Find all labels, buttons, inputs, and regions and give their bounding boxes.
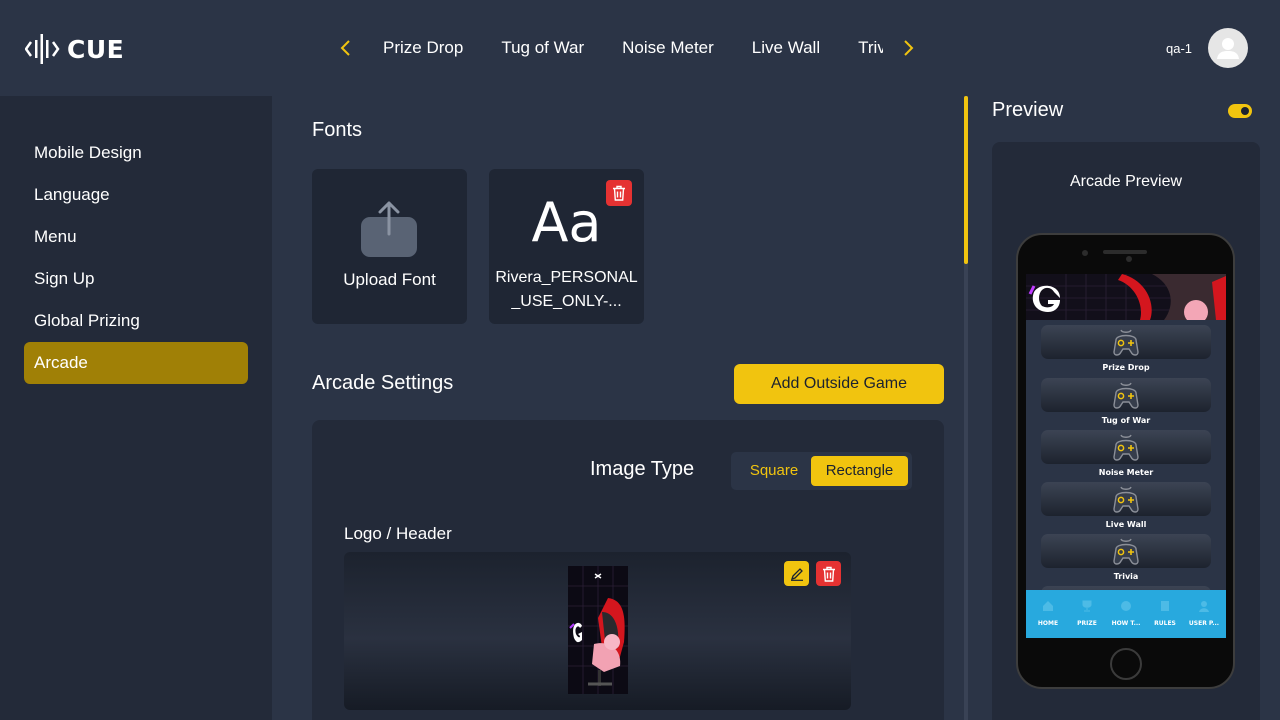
arcade-header-image: [568, 566, 628, 694]
phone-nav-label: HOW T...: [1111, 620, 1141, 627]
phone-game-label: Tug of War: [1101, 416, 1151, 425]
arcade-settings-title: Arcade Settings: [312, 372, 454, 394]
gamepad-icon: [1113, 486, 1139, 513]
image-type-label: Image Type: [590, 458, 695, 480]
edit-header-button[interactable]: [784, 561, 809, 586]
phone-game-label: Noise Meter: [1098, 468, 1154, 477]
phone-arcade-banner: [1026, 274, 1226, 320]
phone-home-button: [1110, 648, 1142, 680]
gamepad-icon: [1113, 329, 1139, 356]
image-type-toggle: Square Rectangle: [731, 452, 912, 490]
gamepad-icon: [1113, 434, 1139, 461]
tab-trivia[interactable]: Trivia: [858, 36, 883, 60]
trash-icon: [822, 566, 835, 582]
phone-game-label: Prize Drop: [1102, 363, 1150, 372]
tab-noise-meter[interactable]: Noise Meter: [622, 36, 714, 60]
tab-live-wall[interactable]: Live Wall: [752, 36, 820, 60]
phone-nav-how-to[interactable]: HOW T...: [1106, 590, 1146, 638]
nav-next-button[interactable]: [898, 36, 918, 60]
user-name: qa-1: [1166, 41, 1193, 56]
sound-wave-icon: [25, 34, 60, 64]
phone-nav-rules[interactable]: RULES: [1145, 590, 1185, 638]
chevron-left-icon: [340, 40, 350, 56]
uploaded-font-name: Rivera_PERSONAL_USE_ONLY-...: [495, 269, 638, 310]
upload-icon: [361, 201, 417, 257]
tab-tug-of-war[interactable]: Tug of War: [501, 36, 584, 60]
trophy-icon: [1082, 600, 1092, 612]
sidebar-item-mobile-design[interactable]: Mobile Design: [24, 132, 248, 174]
fonts-title: Fonts: [312, 119, 363, 141]
sidebar-item-menu[interactable]: Menu: [24, 216, 248, 258]
uploaded-font-card: Aa Rivera_PERSONAL_USE_ONLY-...: [489, 169, 644, 324]
logo-header-image-box: [344, 552, 851, 710]
nav-prev-button[interactable]: [336, 36, 356, 60]
phone-speaker: [1103, 250, 1147, 254]
preview-toggle[interactable]: [1228, 104, 1252, 118]
tab-prize-drop[interactable]: Prize Drop: [383, 36, 463, 60]
phone-nav-label: HOME: [1037, 620, 1059, 627]
content-scrollbar-thumb[interactable]: [964, 96, 968, 264]
arcade-preview-label: Arcade Preview: [1069, 173, 1183, 190]
trash-icon: [613, 185, 625, 201]
delete-header-button[interactable]: [816, 561, 841, 586]
arcade-banner-image: [1026, 274, 1226, 320]
user-icon: [1199, 601, 1209, 612]
sidebar: Mobile Design Language Menu Sign Up Glob…: [0, 96, 272, 720]
user-icon: [1217, 38, 1239, 59]
image-type-rectangle-option[interactable]: Rectangle: [811, 456, 908, 486]
phone-nav-label: PRIZE: [1077, 620, 1097, 627]
upload-font-card[interactable]: Upload Font: [312, 169, 467, 324]
logo-header-label: Logo / Header: [344, 524, 452, 543]
chevron-right-icon: [904, 40, 914, 56]
avatar[interactable]: [1208, 28, 1248, 68]
add-outside-game-button[interactable]: Add Outside Game: [734, 364, 944, 404]
sidebar-item-language[interactable]: Language: [24, 174, 248, 216]
phone-bottom-nav: HOME PRIZE HOW T... RULES USER P...: [1026, 590, 1226, 638]
brand-name: CUE: [67, 34, 125, 64]
upload-font-label: Upload Font: [343, 270, 436, 289]
delete-font-button[interactable]: [606, 180, 632, 206]
phone-screen: Prize Drop Tug of War Noise Meter Live W…: [1026, 274, 1226, 638]
question-icon: [1121, 601, 1131, 611]
rules-icon: [1161, 601, 1169, 611]
sidebar-item-sign-up[interactable]: Sign Up: [24, 258, 248, 300]
home-icon: [1043, 601, 1053, 611]
gamepad-icon: [1113, 538, 1139, 565]
cue-logo[interactable]: CUE: [25, 32, 124, 66]
top-header: CUE Prize Drop Tug of War Noise Meter Live …: [0, 0, 1280, 96]
phone-game-label: Trivia: [1113, 572, 1139, 581]
toggle-knob: [1241, 107, 1249, 115]
phone-sensor: [1082, 250, 1088, 256]
phone-camera: [1126, 256, 1132, 262]
image-type-square-option[interactable]: Square: [737, 456, 811, 486]
sidebar-item-global-prizing[interactable]: Global Prizing: [24, 300, 248, 342]
sidebar-item-arcade[interactable]: Arcade: [24, 342, 248, 384]
phone-nav-label: RULES: [1154, 620, 1176, 627]
phone-nav-prize[interactable]: PRIZE: [1067, 590, 1107, 638]
phone-nav-label: USER P...: [1188, 620, 1220, 627]
gamepad-icon: [1113, 382, 1139, 409]
preview-title: Preview: [992, 99, 1064, 121]
game-tabs: Prize Drop Tug of War Noise Meter Live Wall…: [383, 36, 883, 62]
phone-nav-user-profile[interactable]: USER P...: [1184, 590, 1224, 638]
pencil-icon: [790, 567, 803, 581]
phone-nav-home[interactable]: HOME: [1028, 590, 1068, 638]
phone-game-label: Live Wall: [1105, 520, 1147, 529]
